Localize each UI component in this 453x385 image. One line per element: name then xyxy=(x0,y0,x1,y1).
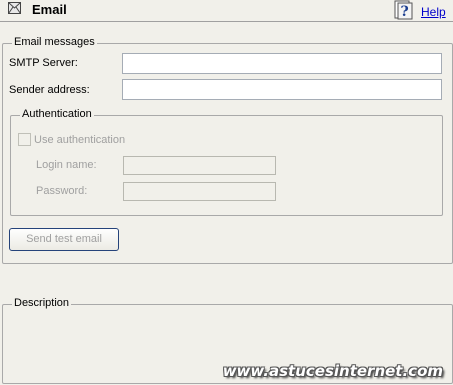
watermark-text: www.astucesinternet.com xyxy=(222,362,443,380)
header-divider xyxy=(0,21,453,22)
login-name-input[interactable] xyxy=(123,156,276,175)
password-label: Password: xyxy=(36,185,88,197)
send-test-email-button[interactable]: Send test email xyxy=(9,228,119,251)
help-question-icon[interactable]: ? xyxy=(394,0,414,20)
envelope-icon xyxy=(8,2,21,14)
page-title: Email xyxy=(32,2,67,17)
smtp-server-label: SMTP Server: xyxy=(9,57,78,69)
use-authentication-checkbox[interactable] xyxy=(18,133,31,146)
svg-text:?: ? xyxy=(401,4,409,20)
help-link[interactable]: Help xyxy=(421,5,446,19)
sender-address-input[interactable] xyxy=(122,79,442,100)
group-legend: Authentication xyxy=(20,108,94,120)
group-legend: Email messages xyxy=(12,36,97,48)
page-header: Email ? Help xyxy=(0,0,453,20)
group-legend: Description xyxy=(12,297,72,309)
use-authentication-label[interactable]: Use authentication xyxy=(34,134,125,146)
smtp-server-input[interactable] xyxy=(122,53,442,74)
login-name-label: Login name: xyxy=(36,159,97,171)
password-input[interactable] xyxy=(123,182,276,201)
sender-address-label: Sender address: xyxy=(9,84,90,96)
